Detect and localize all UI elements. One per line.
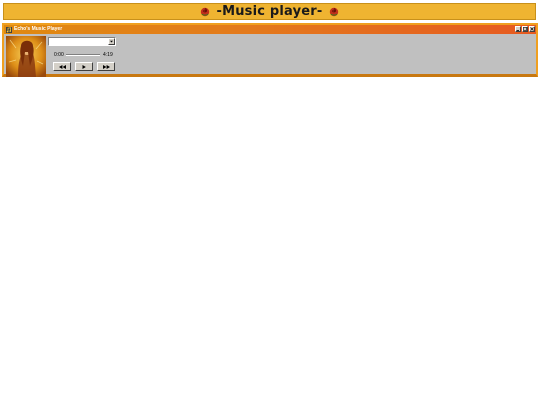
fast-forward-button[interactable] bbox=[97, 62, 115, 71]
current-time: 0:00 bbox=[54, 52, 64, 58]
close-button[interactable] bbox=[529, 26, 535, 32]
player-body: 0:00 4:19 bbox=[4, 34, 536, 77]
rewind-button[interactable] bbox=[53, 62, 71, 71]
window-titlebar[interactable]: Echo's Music Player bbox=[4, 25, 536, 34]
music-note-icon bbox=[6, 26, 12, 33]
play-icon bbox=[82, 64, 86, 69]
rewind-icon bbox=[58, 64, 66, 69]
rose-icon bbox=[329, 7, 338, 16]
window-title: Echo's Music Player bbox=[14, 26, 63, 32]
album-art-image bbox=[6, 36, 46, 77]
track-select-dropdown-button[interactable] bbox=[108, 38, 115, 45]
minimize-icon bbox=[516, 30, 519, 31]
rose-icon bbox=[201, 7, 210, 16]
maximize-icon bbox=[523, 27, 527, 31]
chevron-down-icon bbox=[110, 40, 113, 43]
minimize-button[interactable] bbox=[515, 26, 521, 32]
maximize-button[interactable] bbox=[522, 26, 528, 32]
page-title: -Music player- bbox=[216, 4, 323, 19]
album-art bbox=[6, 36, 46, 77]
fast-forward-icon bbox=[102, 64, 110, 69]
page-header-banner: -Music player- bbox=[3, 3, 536, 20]
close-icon bbox=[530, 27, 534, 31]
play-button[interactable] bbox=[75, 62, 93, 71]
track-select[interactable] bbox=[48, 37, 116, 46]
total-time: 4:19 bbox=[103, 52, 113, 58]
music-player-window: Echo's Music Player 0:00 4:19 bbox=[2, 23, 538, 77]
seek-slider[interactable] bbox=[66, 54, 100, 56]
